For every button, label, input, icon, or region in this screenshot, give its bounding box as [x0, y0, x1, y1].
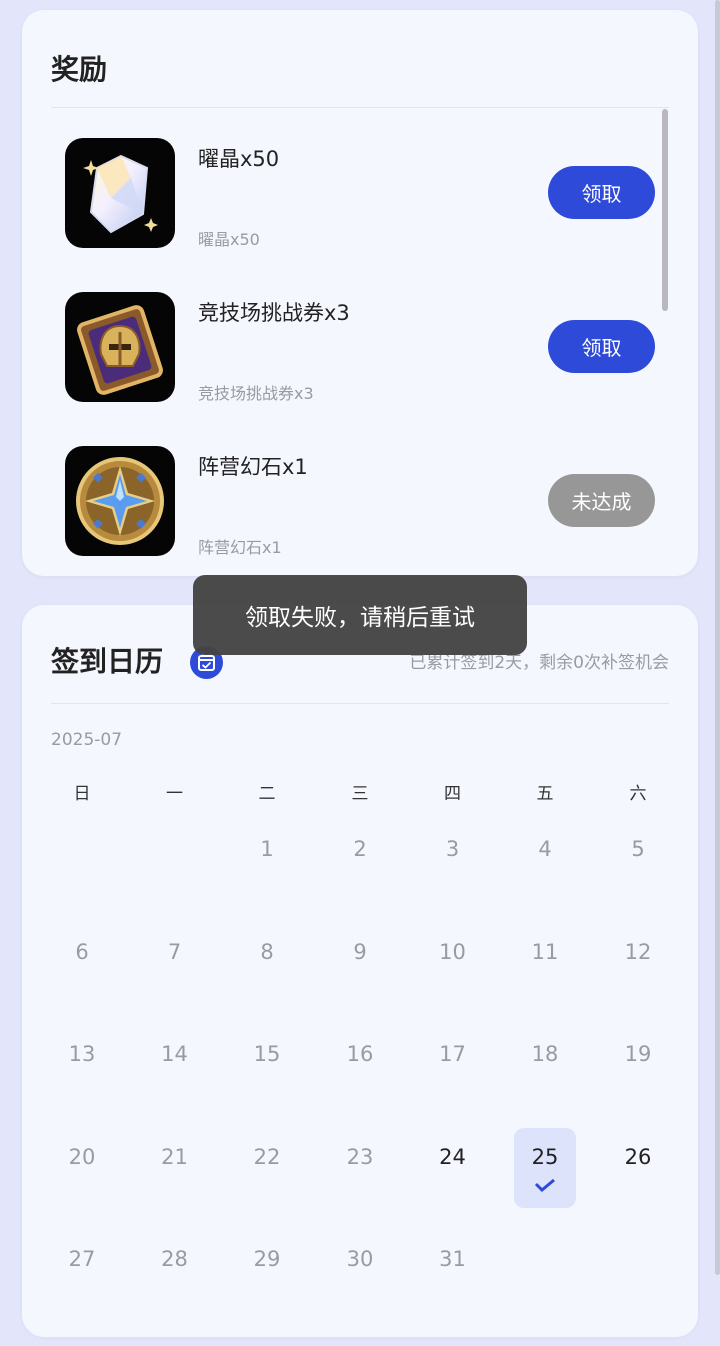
day-number: 26: [624, 1145, 652, 1169]
calendar-day[interactable]: 17: [422, 1025, 484, 1105]
calendar-day[interactable]: 31: [422, 1230, 484, 1310]
claim-button[interactable]: 领取: [548, 320, 655, 373]
divider: [51, 703, 669, 704]
day-number: 13: [68, 1042, 96, 1066]
calendar-day[interactable]: 13: [51, 1025, 113, 1105]
calendar-day[interactable]: 7: [144, 923, 206, 1003]
weekday-label: 日: [73, 784, 91, 804]
day-number: 31: [439, 1247, 466, 1271]
day-number: 4: [538, 837, 552, 861]
reward-desc: 阵营幻石x1: [198, 538, 282, 557]
calendar-day[interactable]: 27: [51, 1230, 113, 1310]
calendar-day[interactable]: 9: [329, 923, 391, 1003]
day-number: 29: [253, 1247, 281, 1271]
calendar-day[interactable]: 15: [236, 1025, 298, 1105]
calendar-day[interactable]: 29: [236, 1230, 298, 1310]
rewards-card: 奖励 曜晶x50 曜晶x50 领取 竞技场挑战券x3 竞技场挑战券x3 领取 阵…: [22, 10, 698, 576]
calendar-day[interactable]: 3: [422, 820, 484, 900]
day-number: 3: [445, 837, 460, 861]
calendar-day[interactable]: 6: [51, 923, 113, 1003]
calendar-day[interactable]: 11: [514, 923, 576, 1003]
day-number: 8: [260, 940, 274, 964]
day-number: 27: [68, 1247, 96, 1271]
day-number: 28: [161, 1247, 188, 1271]
reward-name: 竞技场挑战券x3: [198, 301, 350, 325]
calendar-day[interactable]: 14: [144, 1025, 206, 1105]
day-number: 23: [346, 1145, 374, 1169]
day-number: 25: [531, 1145, 559, 1169]
day-number: 18: [531, 1042, 559, 1066]
day-number: 6: [75, 940, 89, 964]
day-number: 30: [346, 1247, 374, 1271]
arena-ticket-icon: [65, 292, 175, 402]
calendar-day[interactable]: 5: [607, 820, 669, 900]
calendar-day[interactable]: 22: [236, 1128, 298, 1208]
toast-message: 领取失败，请稍后重试: [193, 575, 527, 655]
calendar-day[interactable]: 20: [51, 1128, 113, 1208]
day-number: 2: [353, 837, 367, 861]
reward-name: 曜晶x50: [198, 147, 280, 171]
calendar-day[interactable]: 19: [607, 1025, 669, 1105]
rewards-title: 奖励: [51, 53, 108, 86]
day-number: 15: [253, 1042, 281, 1066]
calendar-title: 签到日历: [51, 645, 164, 678]
weekday-label: 六: [629, 784, 647, 804]
day-number: 5: [631, 837, 645, 861]
weekday-label: 四: [444, 784, 461, 804]
day-number: 10: [439, 940, 466, 964]
calendar-day[interactable]: 30: [329, 1230, 391, 1310]
day-number: 9: [353, 940, 367, 964]
day-number: 11: [531, 940, 559, 964]
divider: [51, 107, 669, 108]
calendar-card: 签到日历 已累计签到2天，剩余0次补签机会 2025-07 日一二三四五六123…: [22, 605, 698, 1337]
calendar-day[interactable]: 24: [422, 1128, 484, 1208]
claim-button[interactable]: 领取: [548, 166, 655, 219]
calendar-day[interactable]: 23: [329, 1128, 391, 1208]
weekday-label: 二: [258, 784, 276, 804]
calendar-day-signed[interactable]: 25: [514, 1128, 576, 1208]
reward-name: 阵营幻石x1: [198, 455, 308, 479]
calendar-day[interactable]: 26: [607, 1128, 669, 1208]
calendar-day[interactable]: 21: [144, 1128, 206, 1208]
calendar-day[interactable]: 12: [607, 923, 669, 1003]
reward-item: 曜晶x50 曜晶x50 领取: [65, 138, 655, 249]
day-number: 16: [346, 1042, 374, 1066]
calendar-day[interactable]: 10: [422, 923, 484, 1003]
faction-stone-icon: [65, 446, 175, 556]
page-scrollbar[interactable]: [715, 0, 720, 1275]
day-number: 14: [161, 1042, 188, 1066]
day-number: 17: [439, 1042, 466, 1066]
day-number: 7: [167, 940, 182, 964]
reward-item: 阵营幻石x1 阵营幻石x1 未达成: [65, 446, 655, 557]
calendar-day[interactable]: 28: [144, 1230, 206, 1310]
day-number: 19: [624, 1042, 652, 1066]
check-icon: [534, 1178, 555, 1192]
reward-item: 竞技场挑战券x3 竞技场挑战券x3 领取: [65, 292, 655, 403]
weekday-label: 五: [536, 784, 554, 804]
calendar-day[interactable]: 8: [236, 923, 298, 1003]
day-number: 20: [68, 1145, 96, 1169]
reward-desc: 竞技场挑战券x3: [198, 384, 314, 403]
weekday-label: 三: [351, 784, 369, 804]
calendar-day[interactable]: 16: [329, 1025, 391, 1105]
day-number: 24: [439, 1145, 466, 1169]
calendar-day[interactable]: 2: [329, 820, 391, 900]
rewards-scrollbar[interactable]: [662, 109, 668, 311]
unmet-button[interactable]: 未达成: [548, 474, 655, 527]
day-number: 21: [161, 1145, 188, 1169]
calendar-month: 2025-07: [51, 730, 123, 750]
day-number: 1: [260, 837, 274, 861]
crystal-icon: [65, 138, 175, 248]
calendar-day[interactable]: 4: [514, 820, 576, 900]
reward-desc: 曜晶x50: [198, 230, 260, 249]
calendar-day[interactable]: 18: [514, 1025, 576, 1105]
calendar-day[interactable]: 1: [236, 820, 298, 900]
day-number: 22: [253, 1145, 281, 1169]
weekday-label: 一: [166, 784, 183, 804]
day-number: 12: [624, 940, 652, 964]
